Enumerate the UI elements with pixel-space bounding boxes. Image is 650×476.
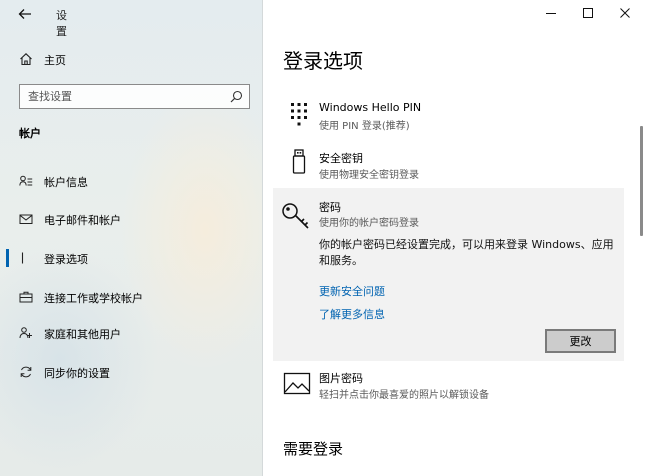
family-icon: [19, 327, 32, 339]
key-icon: [21, 252, 24, 264]
sidebar-item-home[interactable]: 主页: [0, 46, 262, 72]
sidebar-item-sign-in-options[interactable]: 登录选项: [0, 243, 262, 273]
main-panel: 登录选项 Windows Hello PIN 使用 PIN 登录(推荐) 安全密…: [263, 0, 650, 476]
scrollbar-thumb[interactable]: [640, 126, 643, 236]
option-picture-password[interactable]: 图片密码 轻扫并点击你最喜爱的照片以解锁设备: [273, 369, 623, 405]
change-password-button[interactable]: 更改: [545, 329, 616, 353]
sidebar-item-work-school[interactable]: 连接工作或学校帐户: [0, 282, 262, 312]
options-list: Windows Hello PIN 使用 PIN 登录(推荐) 安全密钥 使用物…: [263, 72, 650, 476]
search-input[interactable]: [28, 88, 223, 105]
email-icon: [19, 214, 33, 224]
option-title: 图片密码: [319, 372, 363, 385]
sidebar-item-label: 帐户信息: [44, 176, 88, 189]
usb-key-icon: [292, 149, 306, 174]
option-windows-hello-pin[interactable]: Windows Hello PIN 使用 PIN 登录(推荐): [273, 97, 623, 133]
search-icon[interactable]: [230, 90, 243, 103]
password-description: 你的帐户密码已经设置完成，可以用来登录 Windows、应用和服务。: [319, 238, 614, 267]
option-subtitle: 使用物理安全密钥登录: [319, 170, 419, 181]
option-password-expanded[interactable]: 密码 使用你的帐户密码登录 你的帐户密码已经设置完成，可以用来登录 Window…: [273, 188, 624, 361]
briefcase-icon: [19, 291, 33, 303]
option-subtitle: 轻扫并点击你最喜爱的照片以解锁设备: [319, 390, 489, 401]
account-info-icon: [19, 175, 33, 186]
home-icon: [20, 53, 32, 66]
option-title: 安全密钥: [319, 152, 363, 165]
sidebar: 设置 主页 帐户 帐户信息 电子邮件和帐户 登: [0, 0, 263, 476]
partial-row-icon: [287, 72, 303, 74]
sidebar-item-label: 主页: [44, 54, 66, 67]
option-security-key[interactable]: 安全密钥 使用物理安全密钥登录: [273, 146, 623, 182]
option-subtitle: 使用 PIN 登录(推荐): [319, 121, 410, 132]
sidebar-item-email[interactable]: 电子邮件和帐户: [0, 204, 262, 234]
minimize-icon[interactable]: [544, 6, 558, 20]
sidebar-item-label: 家庭和其他用户: [44, 328, 121, 341]
sidebar-item-label: 同步你的设置: [44, 367, 110, 380]
selected-indicator: [6, 249, 9, 267]
password-key-icon: [282, 203, 309, 229]
pin-keypad-icon: [291, 103, 307, 126]
sidebar-item-label: 电子邮件和帐户: [44, 214, 121, 227]
option-title: 密码: [319, 201, 341, 214]
sidebar-section-title: 帐户: [19, 127, 41, 140]
require-sign-in-heading: 需要登录: [283, 440, 344, 458]
back-arrow-icon[interactable]: [18, 7, 32, 21]
sidebar-item-label: 登录选项: [44, 253, 88, 266]
picture-icon: [283, 372, 311, 395]
option-subtitle: 使用你的帐户密码登录: [319, 218, 419, 229]
sidebar-item-account-info[interactable]: 帐户信息: [0, 166, 262, 196]
partial-option-row: [285, 72, 615, 80]
sync-icon: [20, 366, 32, 378]
option-title: Windows Hello PIN: [319, 101, 422, 114]
page-title: 登录选项: [283, 49, 363, 73]
maximize-icon[interactable]: [581, 6, 595, 20]
search-box[interactable]: [19, 84, 250, 109]
sidebar-item-label: 连接工作或学校帐户: [44, 292, 143, 305]
close-icon[interactable]: [618, 6, 632, 20]
sidebar-item-family[interactable]: 家庭和其他用户: [0, 318, 262, 348]
update-security-questions-link[interactable]: 更新安全问题: [319, 283, 385, 299]
sidebar-item-sync[interactable]: 同步你的设置: [0, 357, 262, 387]
app-title: 设置: [56, 9, 67, 38]
learn-more-link[interactable]: 了解更多信息: [319, 306, 385, 322]
